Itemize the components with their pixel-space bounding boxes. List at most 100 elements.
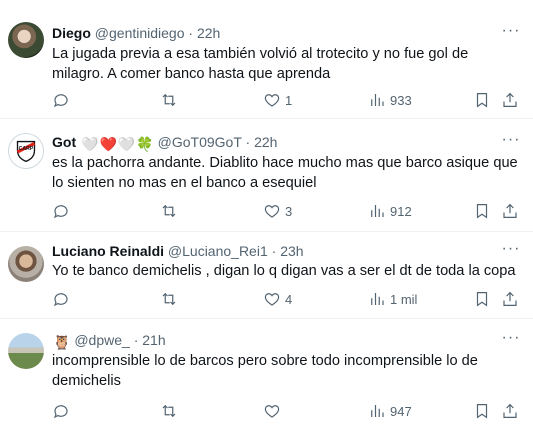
svg-text:CARP: CARP	[19, 146, 34, 152]
like-count: 1	[285, 92, 293, 108]
views-icon	[371, 94, 384, 106]
heart-icon	[264, 94, 280, 107]
reply-icon	[53, 405, 68, 419]
tweet-text: Yo te banco demichelis , digan lo q diga…	[52, 263, 516, 279]
reply-button[interactable]	[52, 289, 74, 309]
like-count: 3	[285, 203, 293, 219]
reply-feed: Diego @gentinidiego · 22h ··· La jugada …	[0, 0, 533, 433]
share-button[interactable]	[501, 289, 519, 309]
bookmark-button[interactable]	[473, 201, 491, 221]
view-count: 947	[390, 403, 412, 419]
retweet-icon	[162, 292, 176, 306]
retweet-icon	[162, 204, 176, 218]
avatar[interactable]	[8, 22, 44, 58]
share-icon	[503, 403, 517, 418]
timestamp[interactable]: 23h	[280, 243, 303, 259]
reply-button[interactable]	[52, 401, 74, 421]
display-name[interactable]: Got	[52, 134, 76, 150]
user-handle[interactable]: @gentinidiego	[95, 25, 185, 41]
tweet[interactable]: Luciano Reinaldi @Luciano_Rei1 · 23h ···…	[0, 232, 533, 319]
display-name[interactable]: Luciano Reinaldi	[52, 243, 164, 259]
views-button[interactable]: 1 mil	[368, 289, 417, 309]
more-icon[interactable]: ···	[501, 330, 521, 349]
timestamp[interactable]: 22h	[254, 134, 277, 150]
bookmark-button[interactable]	[473, 289, 491, 309]
share-button[interactable]	[501, 201, 519, 221]
bookmark-icon	[476, 404, 488, 419]
tweet-text: es la pachorra andante. Diablito hace mu…	[52, 155, 518, 191]
bookmark-button[interactable]	[473, 90, 491, 110]
tweet-text: La jugada previa a esa también volvió al…	[52, 46, 469, 82]
retweet-button[interactable]	[160, 289, 182, 309]
like-count: 4	[285, 291, 293, 307]
like-button[interactable]: 3	[263, 201, 292, 221]
views-icon	[371, 405, 384, 417]
reply-icon	[53, 205, 68, 219]
name-emoji: 🦉	[53, 334, 71, 350]
tweet-text: incomprensible lo de barcos pero sobre t…	[52, 353, 478, 389]
user-handle[interactable]: @dpwe_	[74, 332, 129, 348]
like-button[interactable]: 4	[263, 289, 292, 309]
separator-dot: ·	[271, 243, 277, 259]
views-button[interactable]: 912	[368, 201, 412, 221]
heart-icon	[264, 205, 280, 218]
like-button[interactable]	[263, 401, 285, 421]
tweet-actions: 947	[52, 401, 522, 421]
bookmark-icon	[476, 93, 488, 108]
views-button[interactable]: 933	[368, 90, 412, 110]
retweet-icon	[162, 404, 176, 418]
name-emoji: 🤍	[81, 136, 99, 152]
views-icon	[371, 205, 384, 217]
tweet[interactable]: Diego @gentinidiego · 22h ··· La jugada …	[0, 0, 533, 119]
name-emoji: 🍀	[136, 136, 154, 152]
tweet-header: 🦉 @dpwe_ · 21h	[52, 331, 166, 351]
reply-icon	[53, 94, 68, 108]
share-icon	[503, 203, 517, 218]
view-count: 1 mil	[390, 291, 418, 307]
user-handle[interactable]: @GoT09GoT	[158, 134, 242, 150]
tweet-header: Got 🤍❤️🤍🍀 @GoT09GoT · 22h	[52, 133, 277, 153]
timestamp[interactable]: 22h	[197, 25, 220, 41]
separator-dot: ·	[188, 25, 194, 41]
name-emoji: ❤️	[99, 136, 117, 152]
tweet-actions: 4 1 mil	[52, 289, 522, 309]
tweet-header: Luciano Reinaldi @Luciano_Rei1 · 23h	[52, 242, 304, 260]
more-icon[interactable]: ···	[501, 241, 521, 260]
view-count: 933	[390, 92, 412, 108]
display-name[interactable]: Diego	[52, 25, 91, 41]
tweet[interactable]: CARP Got 🤍❤️🤍🍀 @GoT09GoT · 22h ··· es la…	[0, 119, 533, 232]
retweet-button[interactable]	[160, 401, 182, 421]
tweet-header: Diego @gentinidiego · 22h	[52, 24, 220, 42]
more-icon[interactable]: ···	[501, 23, 521, 42]
separator-dot: ·	[245, 134, 251, 150]
tweet[interactable]: 🦉 @dpwe_ · 21h ··· incomprensible lo de …	[0, 319, 533, 433]
reply-icon	[53, 293, 68, 307]
timestamp[interactable]: 21h	[142, 332, 165, 348]
view-count: 912	[390, 203, 412, 219]
avatar[interactable]: CARP	[8, 133, 44, 169]
more-icon[interactable]: ···	[501, 132, 521, 151]
heart-icon	[264, 405, 280, 418]
retweet-button[interactable]	[160, 90, 182, 110]
avatar[interactable]	[8, 333, 44, 369]
separator-dot: ·	[133, 332, 139, 348]
retweet-icon	[162, 93, 176, 107]
bookmark-icon	[476, 204, 488, 219]
tweet-actions: 1 933	[52, 90, 522, 110]
like-button[interactable]: 1	[263, 90, 292, 110]
bookmark-button[interactable]	[473, 401, 491, 421]
share-icon	[503, 291, 517, 306]
views-button[interactable]: 947	[368, 401, 412, 421]
reply-button[interactable]	[52, 90, 74, 110]
avatar[interactable]	[8, 246, 44, 282]
reply-button[interactable]	[52, 201, 74, 221]
retweet-button[interactable]	[160, 201, 182, 221]
tweet-actions: 3 912	[52, 201, 522, 221]
share-button[interactable]	[501, 401, 519, 421]
heart-icon	[264, 293, 280, 306]
name-emoji: 🤍	[117, 136, 136, 152]
user-handle[interactable]: @Luciano_Rei1	[168, 243, 268, 259]
share-button[interactable]	[501, 90, 519, 110]
river-plate-crest-icon: CARP	[16, 140, 36, 163]
share-icon	[503, 92, 517, 107]
